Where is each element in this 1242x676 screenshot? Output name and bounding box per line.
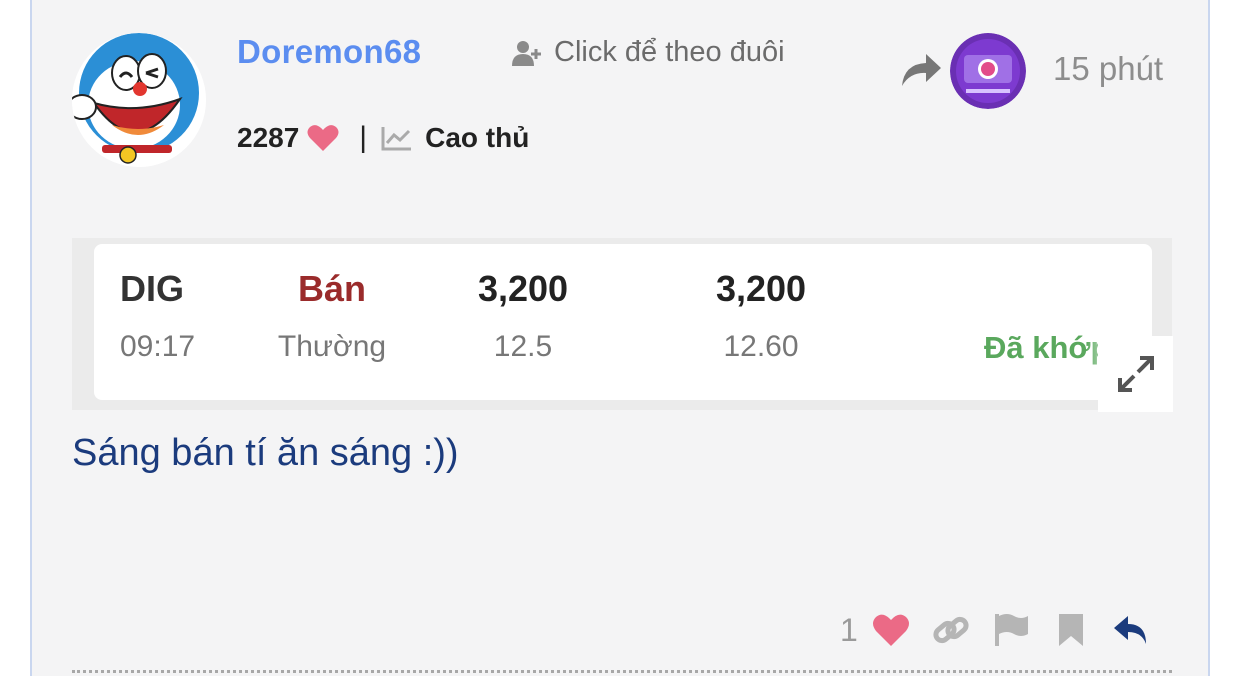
post-time: 15 phút (1053, 50, 1164, 87)
post-content: Sáng bán tí ăn sáng :)) (72, 432, 459, 474)
order-card[interactable]: DIG 09:17 Bán Thường 3,200 12.5 3,200 12… (94, 244, 1152, 400)
author-username[interactable]: Doremon68 (237, 33, 421, 71)
like-count: 1 (840, 611, 858, 648)
matched-price: 12.60 (723, 330, 799, 363)
reply-icon[interactable] (1112, 612, 1150, 648)
order-symbol[interactable]: DIG (120, 268, 200, 310)
follow-label: Click để theo đuôi (554, 36, 785, 68)
event-badge[interactable] (950, 33, 1026, 109)
heart-icon (307, 125, 339, 151)
stats-separator: | (359, 121, 368, 154)
order-quantity: 3,200 (477, 268, 569, 309)
link-icon[interactable] (932, 612, 970, 648)
author-avatar[interactable] (72, 33, 206, 167)
author-stats: 2287 | Cao thủ (237, 121, 529, 155)
add-user-icon (512, 40, 541, 66)
post-divider (72, 670, 1172, 673)
expand-icon (1117, 356, 1154, 392)
share-icon[interactable] (900, 52, 942, 88)
bookmark-icon[interactable] (1052, 612, 1090, 648)
author-rank: Cao thủ (425, 122, 530, 153)
expand-button[interactable] (1098, 336, 1173, 412)
order-type: Thường (277, 330, 387, 363)
order-side: Bán (297, 268, 366, 309)
order-time: 09:17 (120, 330, 196, 363)
post-actions: 1 (840, 608, 1150, 652)
likes-received: 2287 (237, 122, 300, 153)
order-price: 12.5 (493, 330, 553, 363)
flag-icon[interactable] (992, 612, 1030, 648)
trend-chart-icon (381, 127, 412, 151)
follow-button[interactable]: Click để theo đuôi (512, 36, 785, 69)
matched-quantity: 3,200 (715, 268, 807, 309)
heart-icon[interactable] (872, 612, 910, 648)
